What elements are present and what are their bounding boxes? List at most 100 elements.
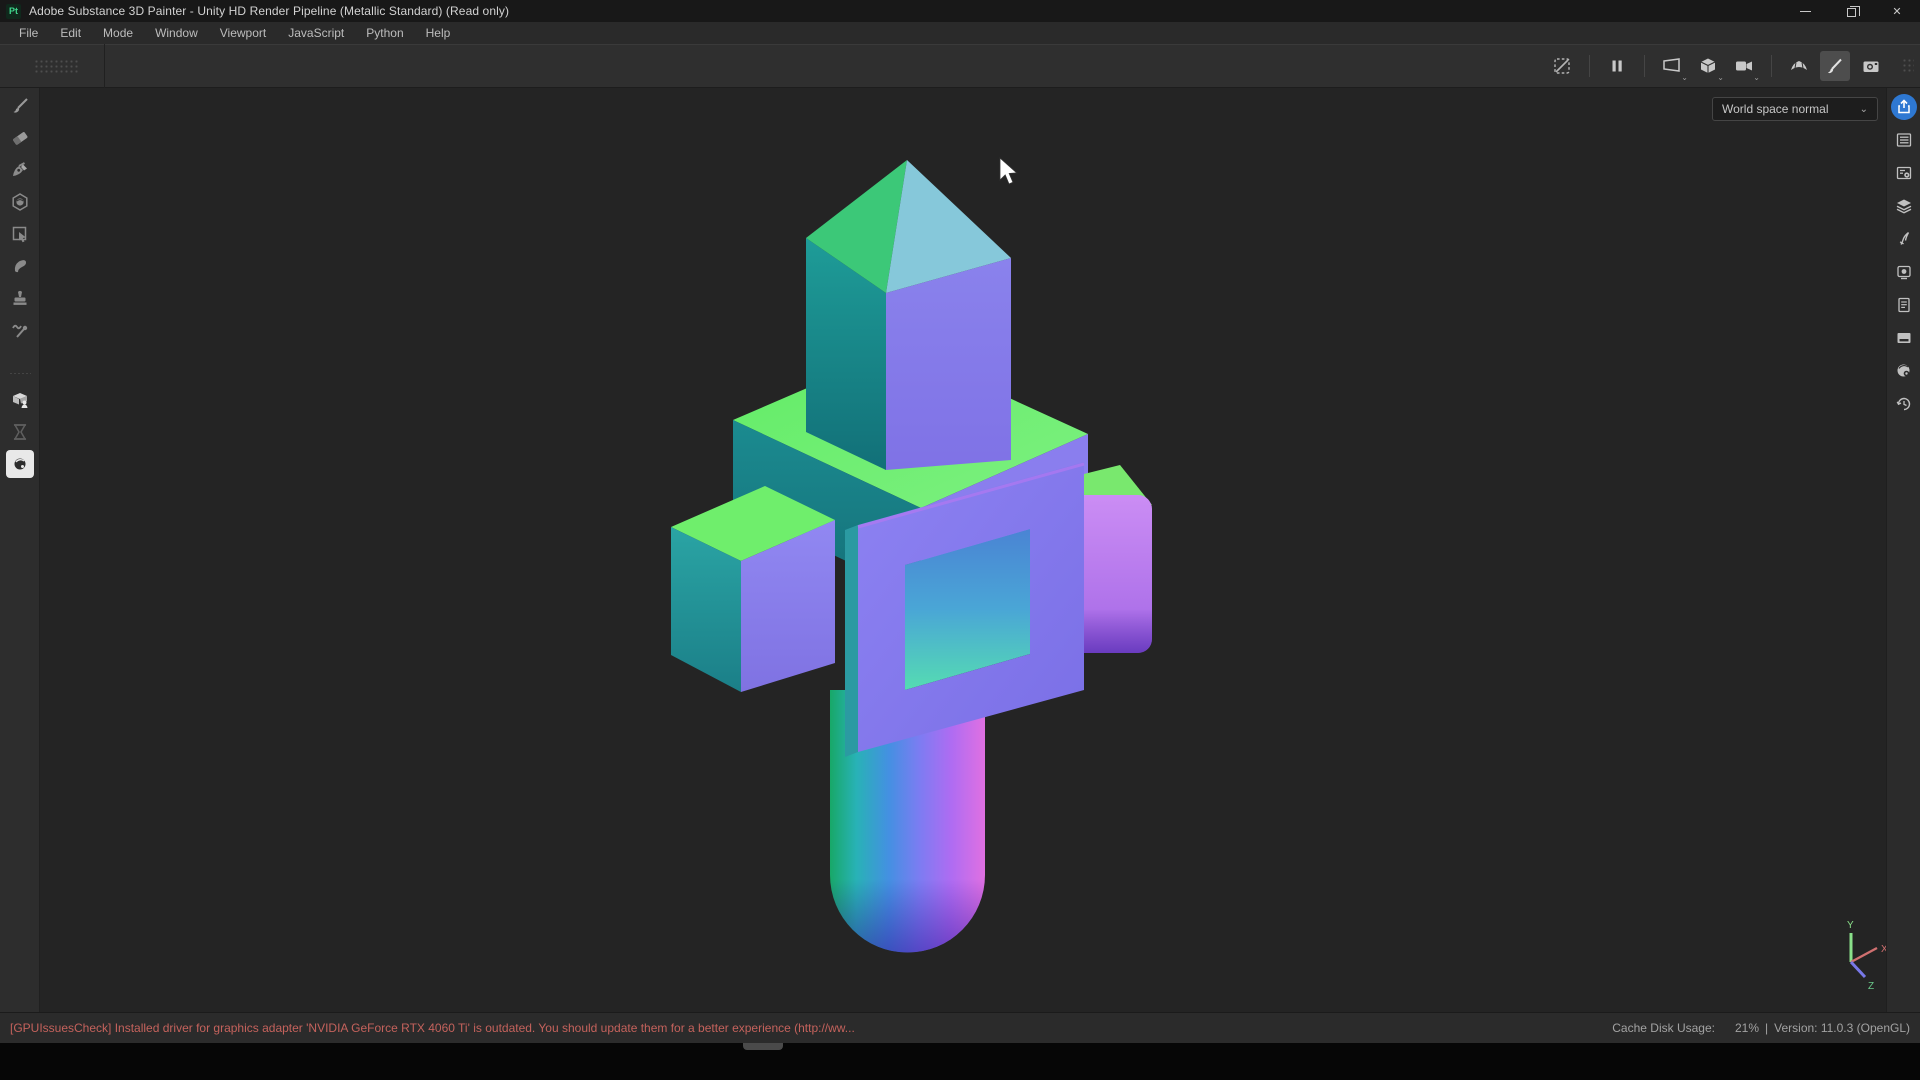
window-controls: ✕ bbox=[1782, 0, 1920, 22]
mouse-cursor bbox=[1000, 158, 1017, 184]
status-divider: | bbox=[1765, 1021, 1768, 1035]
tool-projection[interactable] bbox=[6, 156, 34, 184]
restore-icon bbox=[1847, 8, 1856, 17]
3d-viewport[interactable]: Y X Z World space normal ⌄ bbox=[40, 88, 1886, 1012]
settings-sliders-icon bbox=[1895, 164, 1913, 182]
video-camera-icon bbox=[1733, 56, 1755, 76]
pause-engine-button[interactable] bbox=[1602, 51, 1632, 81]
dock-texture-set-list-button[interactable] bbox=[1891, 127, 1917, 153]
cache-disk-usage-label: Cache Disk Usage: bbox=[1612, 1021, 1715, 1035]
tools-sidebar bbox=[0, 88, 40, 1012]
channel-selector-value: World space normal bbox=[1722, 102, 1829, 116]
tool-polygon-fill[interactable] bbox=[6, 220, 34, 248]
dock-sidebar bbox=[1886, 88, 1920, 1012]
dock-display-settings-button[interactable] bbox=[1891, 259, 1917, 285]
tool-sphere-plugin[interactable] bbox=[6, 450, 34, 478]
export-share-icon bbox=[1896, 99, 1912, 115]
chevron-down-icon: ⌄ bbox=[1681, 74, 1688, 82]
dock-export-button[interactable] bbox=[1891, 94, 1917, 120]
axis-y-label: Y bbox=[1847, 920, 1854, 931]
shader-sphere-icon bbox=[1895, 362, 1913, 380]
camera-view-button[interactable]: ⌄ bbox=[1729, 51, 1759, 81]
history-clock-icon bbox=[1895, 395, 1913, 413]
menu-viewport[interactable]: Viewport bbox=[209, 22, 277, 44]
cache-disk-usage-value: 21% bbox=[1735, 1021, 1759, 1035]
tool-eraser[interactable] bbox=[6, 124, 34, 152]
toolbar-grip-handle-right[interactable] bbox=[1902, 58, 1914, 74]
dock-properties-button[interactable] bbox=[1891, 292, 1917, 318]
tool-material-picker[interactable] bbox=[6, 316, 34, 344]
projection-frame-button[interactable]: ⌄ bbox=[1657, 51, 1687, 81]
app-logo-icon: Pt bbox=[6, 4, 21, 19]
rail-divider bbox=[9, 372, 31, 374]
menu-bar: File Edit Mode Window Viewport JavaScrip… bbox=[0, 22, 1920, 44]
bottom-strip bbox=[0, 1043, 1920, 1080]
minimize-icon bbox=[1800, 11, 1811, 12]
menu-help[interactable]: Help bbox=[415, 22, 462, 44]
channel-selector-dropdown[interactable]: World space normal ⌄ bbox=[1712, 97, 1878, 121]
menu-file[interactable]: File bbox=[8, 22, 49, 44]
hexagon-sphere-icon bbox=[10, 192, 30, 212]
shelf-box-icon bbox=[1895, 329, 1913, 347]
taskbar-handle[interactable] bbox=[743, 1043, 783, 1050]
dock-texture-set-settings-button[interactable] bbox=[1891, 160, 1917, 186]
close-button[interactable]: ✕ bbox=[1874, 0, 1920, 22]
paint-brush-icon bbox=[1825, 56, 1845, 76]
tool-resources-updater[interactable] bbox=[6, 386, 34, 414]
menu-mode[interactable]: Mode bbox=[92, 22, 144, 44]
menu-edit[interactable]: Edit bbox=[49, 22, 92, 44]
list-icon bbox=[1895, 131, 1913, 149]
axis-z-label: Z bbox=[1868, 981, 1874, 992]
menu-javascript[interactable]: JavaScript bbox=[277, 22, 355, 44]
window-title: Adobe Substance 3D Painter - Unity HD Re… bbox=[29, 4, 509, 18]
paint-brush-icon bbox=[10, 96, 30, 116]
material-croissant-icon bbox=[1788, 56, 1810, 76]
dock-shelf-button[interactable] bbox=[1891, 325, 1917, 351]
photo-sphere-icon bbox=[10, 454, 30, 474]
material-mode-button[interactable] bbox=[1784, 51, 1814, 81]
status-right-info: Cache Disk Usage: 21% | Version: 11.0.3 … bbox=[1612, 1021, 1910, 1035]
main-area: Y X Z World space normal ⌄ bbox=[0, 88, 1920, 1012]
camera-photo-icon bbox=[1861, 56, 1881, 76]
dock-assets-button[interactable] bbox=[1891, 226, 1917, 252]
brush-stroke-icon bbox=[1895, 230, 1913, 248]
paint-mode-button[interactable] bbox=[1820, 51, 1850, 81]
tool-geometry-fill[interactable] bbox=[6, 188, 34, 216]
gpu-warning-message[interactable]: [GPUIssuesCheck] Installed driver for gr… bbox=[10, 1021, 855, 1035]
tool-clone-stamp[interactable] bbox=[6, 284, 34, 312]
layers-icon bbox=[1895, 197, 1913, 215]
toolbar-grip-handle[interactable] bbox=[34, 59, 80, 73]
main-toolbar: ⌄ ⌄ ⌄ bbox=[0, 44, 1920, 88]
status-bar: [GPUIssuesCheck] Installed driver for gr… bbox=[0, 1012, 1920, 1043]
axis-x-label: X bbox=[1881, 944, 1886, 955]
pause-icon bbox=[1608, 57, 1626, 75]
smudge-icon bbox=[10, 256, 30, 276]
document-icon bbox=[1895, 296, 1913, 314]
tool-smudge[interactable] bbox=[6, 252, 34, 280]
tool-paint-brush[interactable] bbox=[6, 92, 34, 120]
square-cursor-icon bbox=[10, 224, 30, 244]
toolbar-divider bbox=[104, 44, 105, 88]
perspective-cube-button[interactable]: ⌄ bbox=[1693, 51, 1723, 81]
tool-hourglass[interactable] bbox=[6, 418, 34, 446]
dock-shader-settings-button[interactable] bbox=[1891, 358, 1917, 384]
toolbar-right-group: ⌄ ⌄ ⌄ bbox=[1547, 51, 1920, 81]
dock-layers-button[interactable] bbox=[1891, 193, 1917, 219]
axis-gizmo: Y X Z bbox=[1847, 920, 1886, 992]
menu-python[interactable]: Python bbox=[355, 22, 414, 44]
substance-painter-window: Pt Adobe Substance 3D Painter - Unity HD… bbox=[0, 0, 1920, 1080]
menu-window[interactable]: Window bbox=[144, 22, 209, 44]
stencil-disabled-button[interactable] bbox=[1547, 51, 1577, 81]
dock-history-button[interactable] bbox=[1891, 391, 1917, 417]
chevron-down-icon: ⌄ bbox=[1860, 104, 1868, 115]
pen-nib-icon bbox=[10, 160, 30, 180]
version-label: Version: 11.0.3 (OpenGL) bbox=[1774, 1021, 1910, 1035]
stamp-icon bbox=[10, 288, 30, 308]
picker-squiggle-icon bbox=[10, 320, 30, 340]
minimize-button[interactable] bbox=[1782, 0, 1828, 22]
cube-icon bbox=[1698, 56, 1718, 76]
screenshot-button[interactable] bbox=[1856, 51, 1886, 81]
chevron-down-icon: ⌄ bbox=[1753, 74, 1760, 82]
eraser-icon bbox=[10, 128, 30, 148]
restore-button[interactable] bbox=[1828, 0, 1874, 22]
